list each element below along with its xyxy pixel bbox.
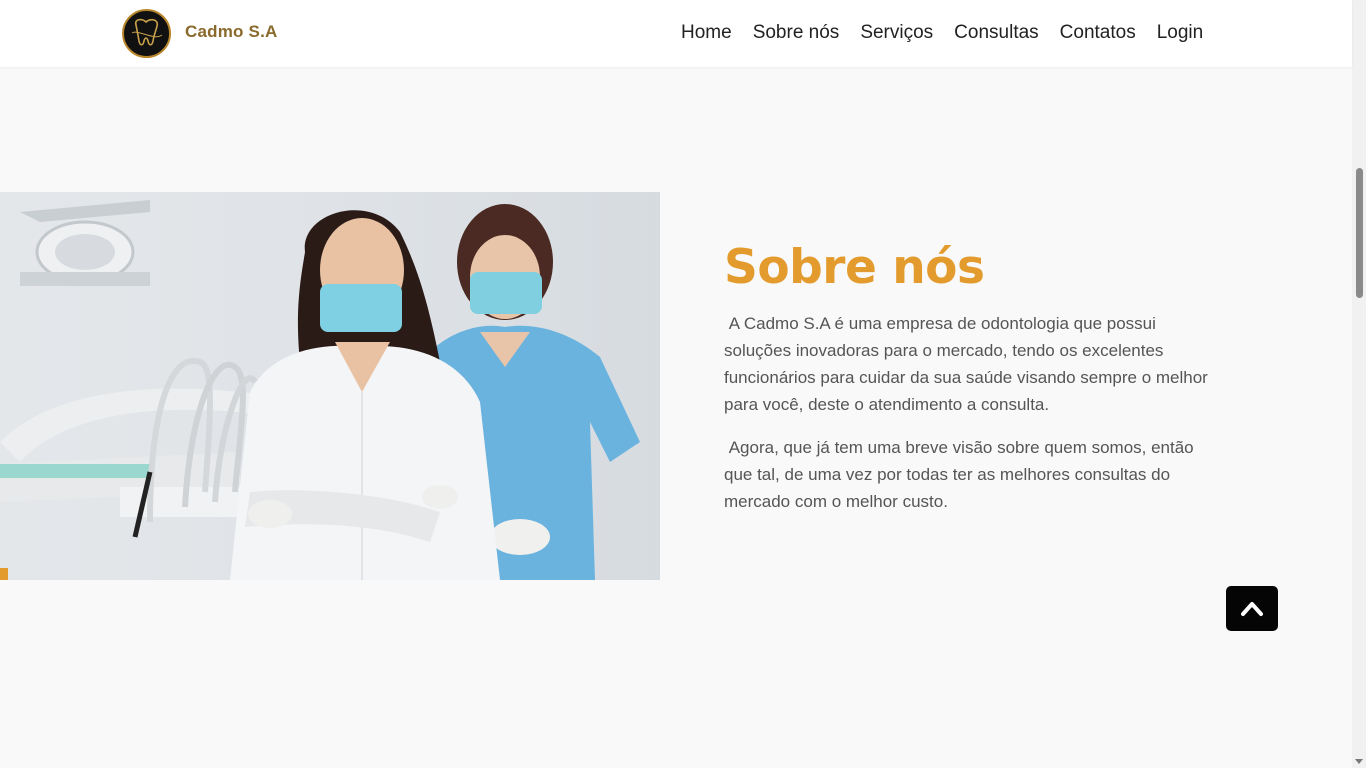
scrollbar-thumb[interactable] <box>1356 168 1363 298</box>
dentists-photo <box>0 192 660 580</box>
vertical-scrollbar[interactable] <box>1352 0 1366 768</box>
brand-name[interactable]: Cadmo S.A <box>185 22 277 42</box>
tooth-logo-icon[interactable] <box>122 9 171 58</box>
main-nav: Home Sobre nós Serviços Consultas Contat… <box>681 21 1203 45</box>
about-paragraph: A Cadmo S.A é uma empresa de odontologia… <box>724 314 1208 414</box>
about-title: Sobre nós <box>724 240 985 295</box>
nav-consultas[interactable]: Consultas <box>954 21 1039 45</box>
about-paragraph: Agora, que já tem uma breve visão sobre … <box>724 438 1194 511</box>
scroll-down-arrow-icon[interactable] <box>1355 759 1363 764</box>
nav-servicos[interactable]: Serviços <box>860 21 933 45</box>
nav-home[interactable]: Home <box>681 21 732 45</box>
back-to-top-button[interactable] <box>1226 586 1278 631</box>
nav-contatos[interactable]: Contatos <box>1060 21 1136 45</box>
nav-login[interactable]: Login <box>1157 21 1204 45</box>
chevron-up-icon <box>1241 602 1263 616</box>
nav-sobre-nos[interactable]: Sobre nós <box>753 21 840 45</box>
navbar: Cadmo S.A Home Sobre nós Serviços Consul… <box>0 0 1352 67</box>
